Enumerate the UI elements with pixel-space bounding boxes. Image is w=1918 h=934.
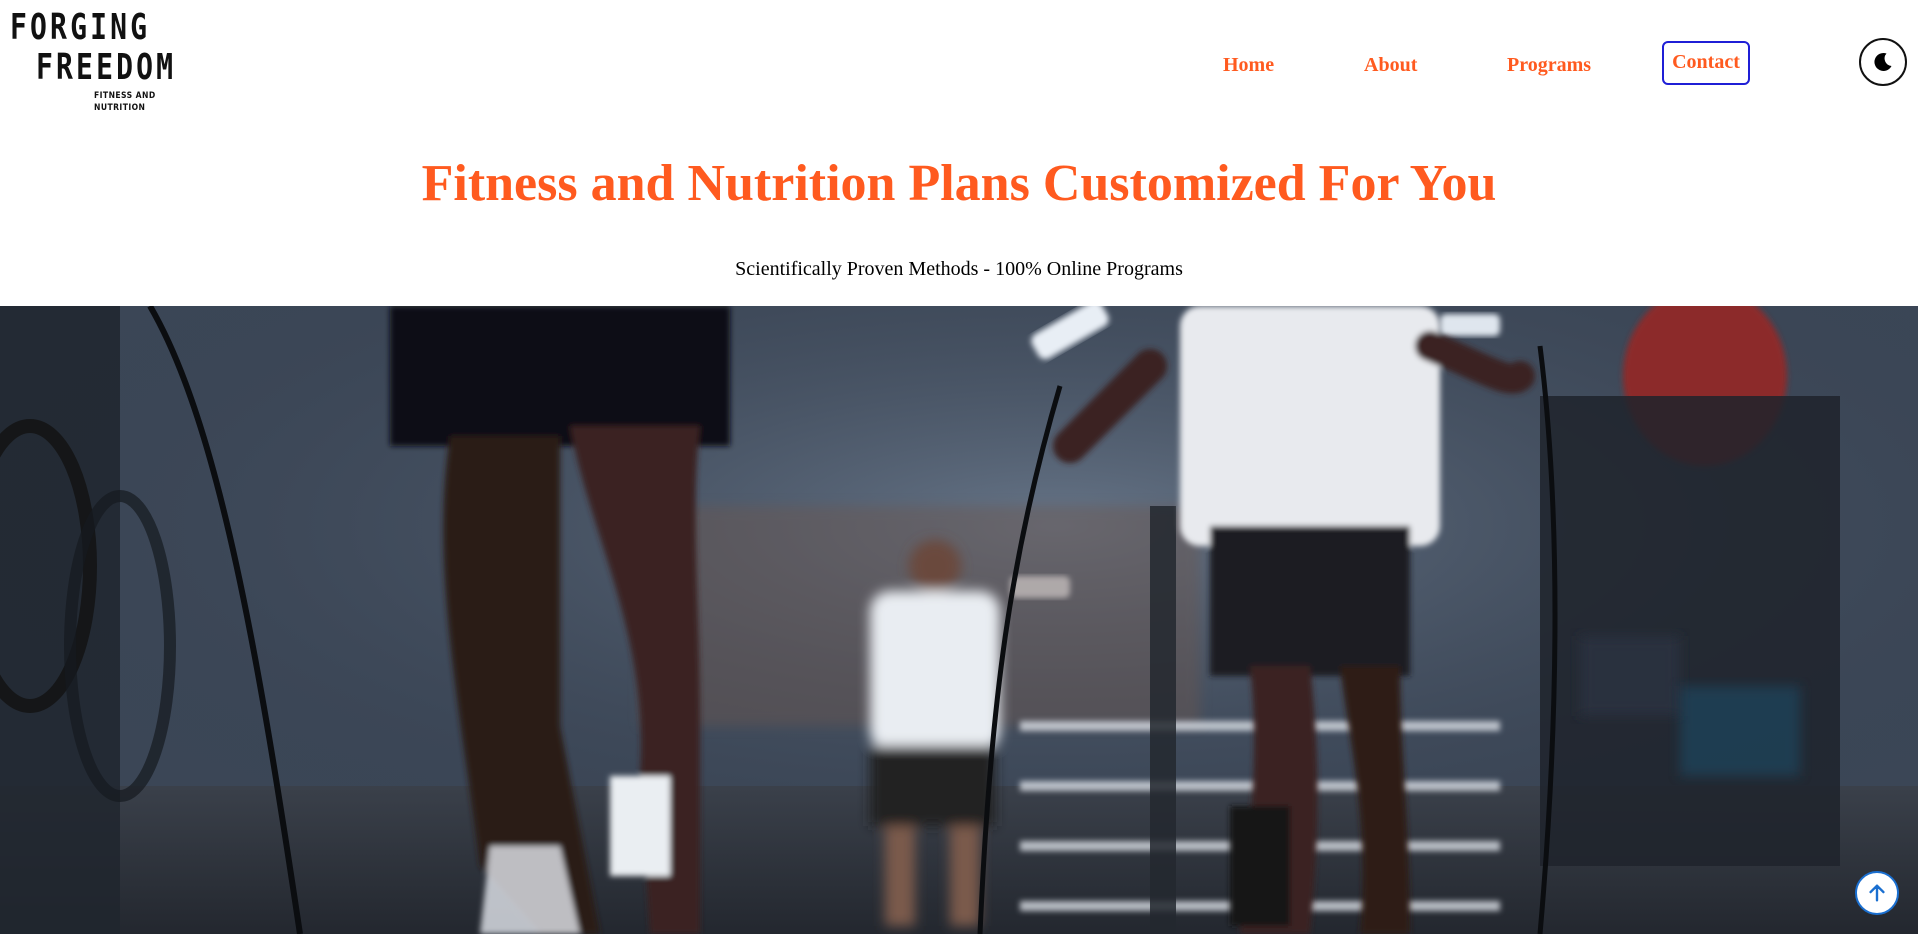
logo-text-forging: FORGING xyxy=(10,7,151,48)
nav-programs-link[interactable]: Programs xyxy=(1497,46,1601,85)
logo[interactable]: FORGING FREEDOM FITNESS AND NUTRITION xyxy=(10,7,210,114)
theme-toggle-button[interactable] xyxy=(1859,38,1907,86)
scroll-to-top-button[interactable] xyxy=(1855,871,1899,915)
arrow-up-icon xyxy=(1869,884,1885,902)
moon-icon xyxy=(1874,52,1892,71)
nav-home-link[interactable]: Home xyxy=(1213,46,1284,85)
logo-tagline: FITNESS AND NUTRITION xyxy=(94,91,156,113)
nav-about-link[interactable]: About xyxy=(1354,46,1427,85)
logo-text-freedom: FREEDOM xyxy=(36,47,177,88)
gym-scene-illustration xyxy=(0,306,1918,934)
nav-contact-link[interactable]: Contact xyxy=(1662,41,1750,85)
hero-gym-photo xyxy=(0,306,1918,934)
site-header: FORGING FREEDOM FITNESS AND NUTRITION Ho… xyxy=(0,0,1918,120)
hero-subtitle: Scientifically Proven Methods - 100% Onl… xyxy=(735,258,1183,280)
hero-title: Fitness and Nutrition Plans Customized F… xyxy=(421,155,1497,212)
